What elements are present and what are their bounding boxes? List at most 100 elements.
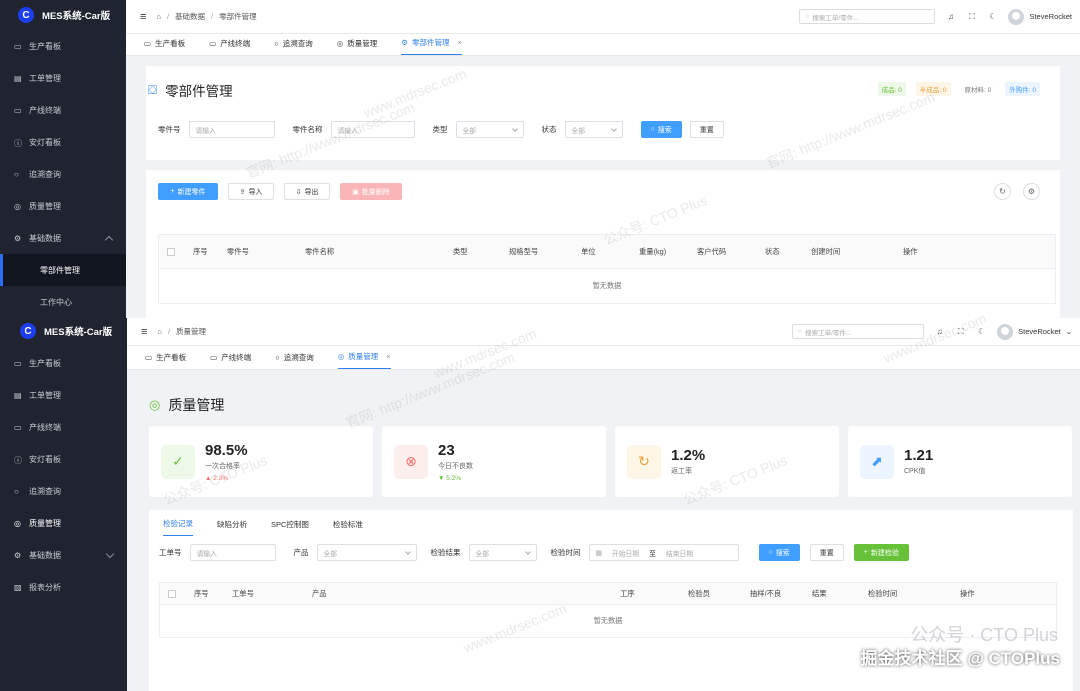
- tab-1[interactable]: ▭ 生产看板: [145, 352, 186, 369]
- home-icon[interactable]: ⌂: [156, 12, 161, 21]
- status-select[interactable]: 全部: [564, 121, 623, 138]
- bell-icon[interactable]: ♫: [945, 11, 956, 22]
- sub-tab-1[interactable]: 检验记录: [163, 518, 193, 536]
- search-button[interactable]: ○ 搜索: [758, 544, 800, 561]
- sidebar-item-1[interactable]: ▭ 生产看板: [0, 347, 127, 379]
- close-icon[interactable]: ×: [458, 38, 462, 47]
- sidebar-item-3[interactable]: ▭ 产线终端: [0, 94, 126, 126]
- refresh-icon[interactable]: ↻: [994, 183, 1011, 200]
- sub-tab-3[interactable]: SPC控制图: [271, 519, 309, 536]
- sub-tab-bar: 检验记录 缺陷分析 SPC控制图 检验标准: [149, 510, 1073, 536]
- column-header[interactable]: 规格型号: [501, 235, 573, 268]
- tab-label: 产线终端: [221, 353, 252, 362]
- sub-tab-4[interactable]: 检验标准: [333, 519, 363, 536]
- sidebar-item-parts[interactable]: 零部件管理: [0, 254, 126, 286]
- tab-label: 追溯查询: [282, 39, 313, 48]
- global-search-input[interactable]: ○ 搜索工单/零件...: [799, 9, 936, 24]
- tab-4[interactable]: ◎ 质量管理: [337, 38, 378, 55]
- type-select[interactable]: 全部: [455, 121, 524, 138]
- column-header[interactable]: 工序: [612, 583, 680, 604]
- column-header[interactable]: 结果: [804, 583, 860, 604]
- result-select[interactable]: 全部: [468, 544, 537, 561]
- stat-badge: 外购件: 0: [1005, 82, 1040, 96]
- column-header[interactable]: 类型: [445, 235, 501, 268]
- column-header[interactable]: 客户代码: [689, 235, 757, 268]
- close-icon[interactable]: ×: [386, 352, 390, 361]
- tab-5[interactable]: ⚙ 零部件管理 ×: [401, 37, 462, 55]
- sidebar-item-2[interactable]: ▤ 工单管理: [0, 379, 127, 411]
- column-header[interactable]: 创建时间: [803, 235, 895, 268]
- part-name-input[interactable]: 请输入: [330, 121, 415, 138]
- column-header[interactable]: 序号: [186, 583, 224, 604]
- check-circle-icon: ✓: [161, 444, 195, 479]
- column-header[interactable]: 状态: [757, 235, 803, 268]
- menu-toggle-icon[interactable]: ≡: [140, 11, 146, 23]
- sidebar-item-3[interactable]: ▭ 产线终端: [0, 411, 127, 443]
- select-all-checkbox[interactable]: [159, 235, 185, 268]
- sidebar-item-8[interactable]: ▨ 报表分析: [0, 571, 127, 603]
- filter-time: 检验时间 ▦ 开始日期 至 结束日期: [551, 544, 739, 561]
- user-menu[interactable]: SteveRocket ⌄: [997, 323, 1072, 340]
- date-range-picker[interactable]: ▦ 开始日期 至 结束日期: [588, 544, 739, 561]
- sidebar-item-5[interactable]: ○ 追溯查询: [0, 158, 126, 190]
- sidebar-item-6[interactable]: ◎ 质量管理: [0, 190, 126, 222]
- import-button[interactable]: ⇪ 导入: [228, 183, 274, 200]
- bell-icon[interactable]: ♫: [934, 326, 945, 337]
- sidebar-item-6[interactable]: ◎ 质量管理: [0, 507, 127, 539]
- tab-2[interactable]: ▭ 产线终端: [209, 38, 250, 55]
- sidebar-item-1[interactable]: ▭ 生产看板: [0, 30, 126, 62]
- sidebar-item-4[interactable]: ⓘ 安灯看板: [0, 443, 127, 475]
- gear-icon[interactable]: ⚙: [1023, 183, 1040, 200]
- sidebar-item-label: 质量管理: [29, 201, 61, 211]
- column-header[interactable]: 抽样/不良: [742, 583, 804, 604]
- tab-3[interactable]: ○ 追溯查询: [275, 352, 314, 369]
- sidebar-item-5[interactable]: ○ 追溯查询: [0, 475, 127, 507]
- sidebar-item-2[interactable]: ▤ 工单管理: [0, 62, 126, 94]
- search-icon: ○: [14, 486, 19, 496]
- column-header[interactable]: 重量(kg): [631, 235, 689, 268]
- new-part-button[interactable]: + 新建零件: [158, 183, 218, 200]
- order-input[interactable]: 请输入: [189, 544, 276, 561]
- moon-icon[interactable]: ☾: [987, 11, 998, 22]
- column-header[interactable]: 检验时间: [860, 583, 952, 604]
- sidebar-item-4[interactable]: ⓘ 安灯看板: [0, 126, 126, 158]
- app-logo[interactable]: C MES系统-Car版: [0, 0, 126, 30]
- column-header[interactable]: 零件号: [219, 235, 297, 268]
- fullscreen-icon[interactable]: ⛶: [966, 11, 977, 22]
- column-header[interactable]: 工单号: [224, 583, 304, 604]
- tab-1[interactable]: ▭ 生产看板: [144, 38, 185, 55]
- sidebar-item-7[interactable]: ⚙ 基础数据: [0, 222, 126, 254]
- part-no-input[interactable]: 请输入: [188, 121, 275, 138]
- breadcrumb-item[interactable]: 基础数据: [175, 11, 205, 22]
- tab-4[interactable]: ◎ 质量管理 ×: [337, 351, 391, 369]
- select-all-checkbox[interactable]: [160, 583, 186, 604]
- reset-button[interactable]: 重置: [689, 121, 724, 138]
- column-header[interactable]: 检验员: [680, 583, 742, 604]
- batch-delete-button[interactable]: ▣ 批量删除: [340, 183, 402, 200]
- home-icon[interactable]: ⌂: [157, 327, 162, 336]
- sub-tab-2[interactable]: 缺陷分析: [217, 519, 247, 536]
- column-header[interactable]: 序号: [185, 235, 219, 268]
- column-header[interactable]: 零件名称: [297, 235, 445, 268]
- column-header[interactable]: 操作: [952, 583, 1042, 604]
- user-menu[interactable]: SteveRocket: [1008, 8, 1072, 25]
- tab-3[interactable]: ○ 追溯查询: [274, 38, 313, 55]
- search-button[interactable]: ○ 搜索: [640, 121, 682, 138]
- new-inspection-button[interactable]: + 新建检验: [853, 544, 909, 561]
- kpi-card: ⊗ 23 今日不良数 ▼ 5.2%: [382, 426, 606, 497]
- export-button[interactable]: ⇩ 导出: [284, 183, 330, 200]
- app-logo[interactable]: C MES系统-Car版: [0, 318, 127, 344]
- sidebar-item-work-center[interactable]: 工作中心: [0, 286, 126, 318]
- menu-toggle-icon[interactable]: ≡: [141, 326, 147, 338]
- fullscreen-icon[interactable]: ⛶: [955, 326, 966, 337]
- reset-button[interactable]: 重置: [809, 544, 844, 561]
- sidebar-item-7[interactable]: ⚙ 基础数据: [0, 539, 127, 571]
- column-header[interactable]: 操作: [895, 235, 995, 268]
- tab-2[interactable]: ▭ 产线终端: [210, 352, 251, 369]
- column-header[interactable]: 单位: [573, 235, 631, 268]
- column-header[interactable]: 产品: [304, 583, 612, 604]
- moon-icon[interactable]: ☾: [976, 326, 987, 337]
- global-search-input[interactable]: ○ 搜索工单/零件...: [792, 324, 925, 339]
- sidebar-menu: ▭ 生产看板 ▤ 工单管理 ▭ 产线终端 ⓘ 安灯看板 ○ 追溯查询 ◎ 质量管理 ⚙ 基础数据 ▨ 报表分析: [0, 347, 127, 603]
- product-select[interactable]: 全部: [316, 544, 417, 561]
